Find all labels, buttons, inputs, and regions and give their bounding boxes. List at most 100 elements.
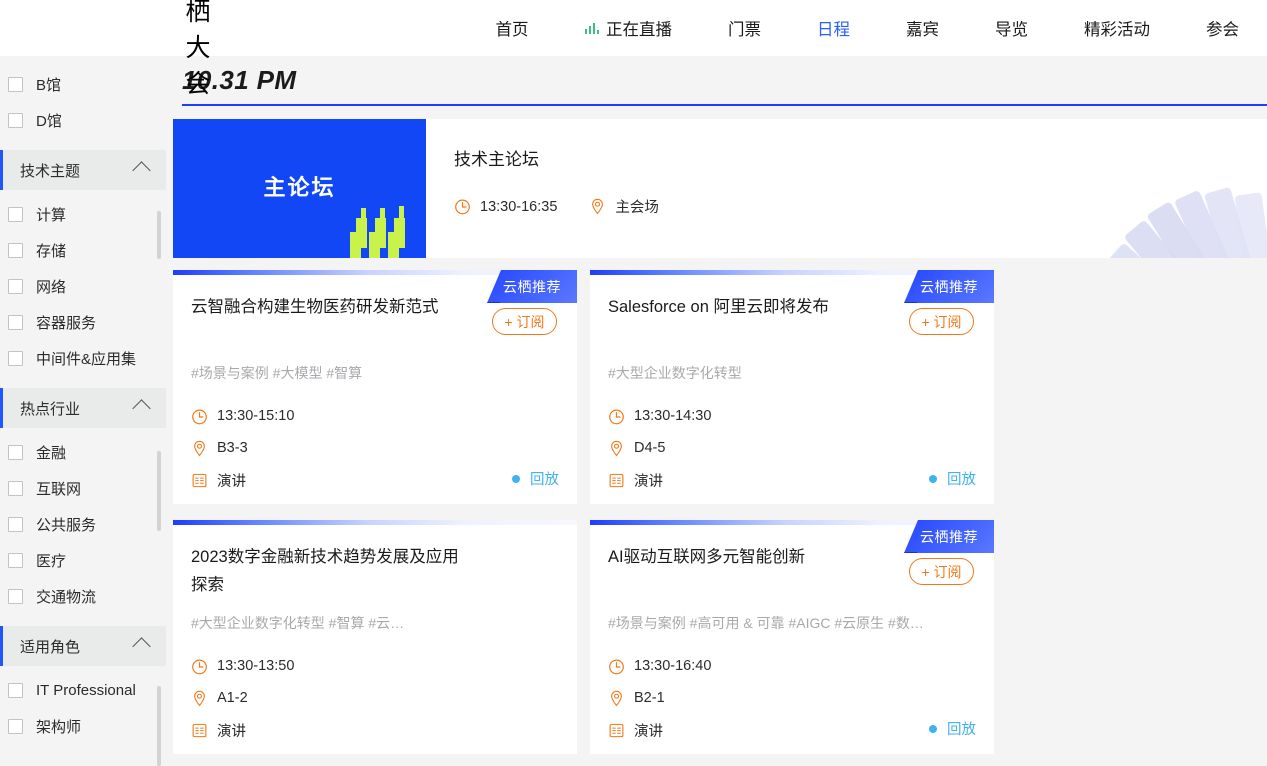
session-card[interactable]: 云栖推荐AI驱动互联网多元智能创新+ 订阅#场景与案例 #高可用 & 可靠 #A… (590, 520, 994, 754)
featured-time: 13:30-16:35 (454, 198, 557, 215)
nav-item-activities-label: 精彩活动 (1084, 16, 1150, 40)
sidebar-filter-中间件&应用集[interactable]: 中间件&应用集 (0, 340, 166, 376)
checkbox-icon[interactable] (8, 481, 23, 496)
checkbox-icon[interactable] (8, 315, 23, 330)
session-venue-text: B3-3 (217, 440, 248, 456)
sidebar-group-label: 技术主题 (20, 160, 80, 181)
sidebar-filter-计算[interactable]: 计算 (0, 196, 166, 232)
checkbox-icon[interactable] (8, 77, 23, 92)
sidebar-filter-IT Professional[interactable]: IT Professional (0, 672, 166, 708)
sidebar-filter-label: 金融 (36, 442, 66, 463)
sidebar-filter-医疗[interactable]: 医疗 (0, 542, 166, 578)
checkbox-icon[interactable] (8, 683, 23, 698)
sidebar-filter-互联网[interactable]: 互联网 (0, 470, 166, 506)
checkbox-icon[interactable] (8, 517, 23, 532)
replay-label: 回放 (530, 468, 559, 489)
session-card[interactable]: 云栖推荐Salesforce on 阿里云即将发布+ 订阅#大型企业数字化转型1… (590, 270, 994, 504)
session-time-text: 13:30-14:30 (634, 408, 711, 424)
sidebar-filter-架构师[interactable]: 架构师 (0, 708, 166, 744)
session-time-text: 13:30-16:40 (634, 658, 711, 674)
checkbox-icon[interactable] (8, 445, 23, 460)
session-meta-rows: 13:30-16:40B2-1演讲 (608, 650, 711, 746)
time-slot-divider (182, 104, 1267, 106)
filter-sidebar[interactable]: B馆D馆技术主题计算存储网络容器服务中间件&应用集热点行业金融互联网公共服务医疗… (0, 56, 166, 766)
featured-venue: 主会场 (589, 196, 659, 217)
sidebar-filter-交通物流[interactable]: 交通物流 (0, 578, 166, 614)
recommended-badge: 云栖推荐 (904, 520, 994, 553)
time-slot-header: 10.31 PM (182, 56, 1267, 104)
sidebar-filter-存储[interactable]: 存储 (0, 232, 166, 268)
replay-link[interactable]: 回放 (929, 718, 976, 739)
sidebar-filter-label: 存储 (36, 240, 66, 261)
checkbox-icon[interactable] (8, 243, 23, 258)
featured-session-card[interactable]: 主论坛 技术主论坛 (173, 119, 1267, 258)
sidebar-group-label: 适用角色 (20, 636, 80, 657)
replay-dot-icon (512, 475, 520, 483)
sidebar-filter-D馆[interactable]: D馆 (0, 102, 166, 138)
nav-links: 首页 正在直播 门票 日程 嘉宾 导览 精彩活动 参会 (468, 16, 1267, 40)
checkbox-icon[interactable] (8, 279, 23, 294)
nav-item-guests-label: 嘉宾 (906, 16, 939, 40)
nav-item-attend[interactable]: 参会 (1178, 16, 1267, 40)
clock-icon (191, 408, 208, 425)
checkbox-icon[interactable] (8, 113, 23, 128)
replay-link[interactable]: 回放 (929, 468, 976, 489)
featured-venue-text: 主会场 (615, 196, 659, 217)
replay-label: 回放 (947, 718, 976, 739)
location-pin-icon (191, 440, 208, 457)
nav-item-tour[interactable]: 导览 (967, 16, 1056, 40)
sidebar-filter-label: 计算 (36, 204, 66, 225)
subscribe-button[interactable]: + 订阅 (909, 558, 974, 585)
sidebar-filter-网络[interactable]: 网络 (0, 268, 166, 304)
clock-icon (608, 408, 625, 425)
checkbox-icon[interactable] (8, 207, 23, 222)
session-tags: #大型企业数字化转型 (608, 363, 978, 383)
sidebar-filter-label: 医疗 (36, 550, 66, 571)
chevron-up-icon[interactable] (132, 399, 150, 417)
sidebar-group-适用角色[interactable]: 适用角色 (0, 626, 166, 666)
sidebar-scrollbar-thumb-1[interactable] (157, 211, 161, 259)
session-tags: #场景与案例 #大模型 #智算 (191, 363, 561, 383)
nav-item-schedule[interactable]: 日程 (789, 16, 878, 40)
checkbox-icon[interactable] (8, 553, 23, 568)
session-time-row: 13:30-16:40 (608, 650, 711, 682)
location-pin-icon (608, 440, 625, 457)
sidebar-filter-金融[interactable]: 金融 (0, 434, 166, 470)
nav-item-live-label: 正在直播 (606, 16, 672, 40)
sidebar-filter-label: 架构师 (36, 716, 81, 737)
sidebar-scrollbar-thumb-3[interactable] (157, 686, 161, 766)
session-venue-text: D4-5 (634, 440, 665, 456)
checkbox-icon[interactable] (8, 719, 23, 734)
nav-item-guests[interactable]: 嘉宾 (878, 16, 967, 40)
featured-thumbnail: 主论坛 (173, 119, 426, 258)
nav-item-live[interactable]: 正在直播 (557, 16, 701, 40)
subscribe-button[interactable]: + 订阅 (909, 308, 974, 335)
nav-item-home[interactable]: 首页 (468, 16, 557, 40)
sidebar-filter-公共服务[interactable]: 公共服务 (0, 506, 166, 542)
checkbox-icon[interactable] (8, 351, 23, 366)
nav-item-home-label: 首页 (496, 16, 529, 40)
site-logo[interactable]: APSARA 云栖大会 (55, 0, 223, 100)
subscribe-button[interactable]: + 订阅 (492, 308, 557, 335)
sidebar-group-热点行业[interactable]: 热点行业 (0, 388, 166, 428)
presentation-icon (191, 722, 208, 739)
sidebar-group-技术主题[interactable]: 技术主题 (0, 150, 166, 190)
nav-item-tickets[interactable]: 门票 (700, 16, 789, 40)
session-type-row: 演讲 (608, 464, 711, 496)
chevron-up-icon[interactable] (132, 637, 150, 655)
featured-session-meta: 13:30-16:35 主会场 (454, 196, 659, 217)
session-venue-row: A1-2 (191, 682, 294, 714)
nav-item-activities[interactable]: 精彩活动 (1056, 16, 1178, 40)
replay-link[interactable]: 回放 (512, 468, 559, 489)
checkbox-icon[interactable] (8, 589, 23, 604)
sidebar-filter-容器服务[interactable]: 容器服务 (0, 304, 166, 340)
session-title: AI驱动互联网多元智能创新 (608, 543, 883, 571)
clock-icon (608, 658, 625, 675)
recommended-badge: 云栖推荐 (487, 270, 577, 303)
sidebar-filter-label: 网络 (36, 276, 66, 297)
session-card[interactable]: 云栖推荐云智融合构建生物医药研发新范式+ 订阅#场景与案例 #大模型 #智算13… (173, 270, 577, 504)
session-type-text: 演讲 (634, 470, 663, 491)
session-card[interactable]: 2023数字金融新技术趋势发展及应用探索#大型企业数字化转型 #智算 #云…13… (173, 520, 577, 754)
sidebar-scrollbar-thumb-2[interactable] (157, 451, 161, 531)
chevron-up-icon[interactable] (132, 161, 150, 179)
